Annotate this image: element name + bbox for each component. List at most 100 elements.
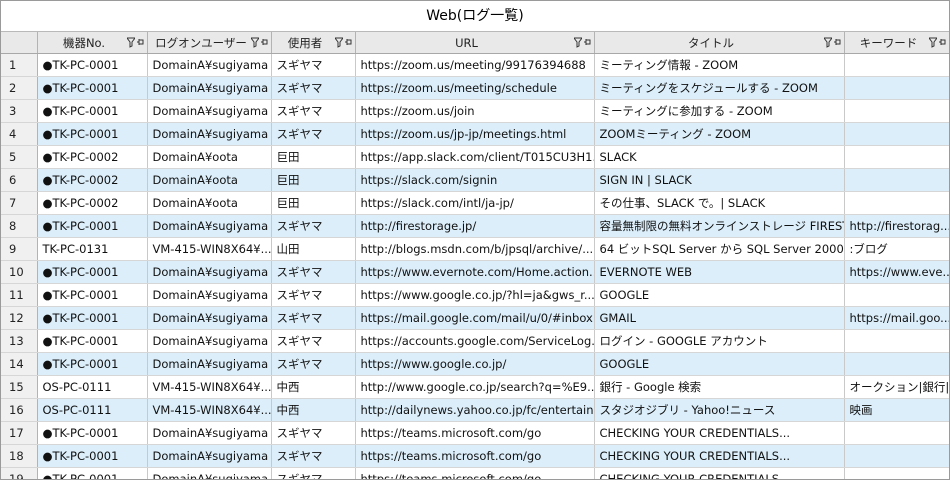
filter-icon[interactable] [125, 36, 136, 48]
cell-title[interactable]: SIGN IN | SLACK [594, 168, 845, 192]
cell-device[interactable]: ●TK-PC-0001 [37, 214, 148, 238]
cell-title[interactable]: EVERNOTE WEB [594, 260, 845, 284]
cell-logon-user[interactable]: VM-415-WIN8X64¥... [147, 375, 272, 399]
pin-icon[interactable] [938, 36, 946, 48]
cell-logon-user[interactable]: DomainA¥oota [147, 145, 272, 169]
cell-user[interactable]: スギヤマ [271, 283, 356, 307]
cell-keyword[interactable]: :ブログ [844, 237, 949, 261]
cell-logon-user[interactable]: DomainA¥sugiyama [147, 352, 272, 376]
cell-keyword[interactable]: https://mail.goo... [844, 306, 949, 330]
cell-title[interactable]: その仕事、SLACK で。| SLACK [594, 191, 845, 215]
cell-title[interactable]: ミーティングに参加する - ZOOM [594, 99, 845, 123]
cell-url[interactable]: https://zoom.us/join [355, 99, 595, 123]
filter-icon[interactable] [927, 36, 938, 48]
cell-user[interactable]: 巨田 [271, 168, 356, 192]
pin-icon[interactable] [833, 36, 841, 48]
table-row[interactable]: 18 ●TK-PC-0001 DomainA¥sugiyama スギヤマ https:/… [1, 444, 949, 468]
table-row[interactable]: 16 OS-PC-0111 VM-415-WIN8X64¥... 中西 http://d… [1, 398, 949, 422]
cell-user[interactable]: 中西 [271, 398, 356, 422]
table-row[interactable]: 1 ●TK-PC-0001 DomainA¥sugiyama スギヤマ https://… [1, 53, 949, 77]
table-row[interactable]: 17 ●TK-PC-0001 DomainA¥sugiyama スギヤマ https:/… [1, 421, 949, 445]
cell-user[interactable]: スギヤマ [271, 352, 356, 376]
cell-device[interactable]: ●TK-PC-0001 [37, 444, 148, 468]
cell-title[interactable]: SLACK [594, 145, 845, 169]
cell-user[interactable]: スギヤマ [271, 260, 356, 284]
cell-title[interactable]: 銀行 - Google 検索 [594, 375, 845, 399]
cell-device[interactable]: ●TK-PC-0001 [37, 53, 148, 77]
cell-user[interactable]: スギヤマ [271, 421, 356, 445]
cell-device[interactable]: OS-PC-0111 [37, 398, 148, 422]
column-header-url[interactable]: URL [355, 32, 595, 54]
cell-url[interactable]: http://blogs.msdn.com/b/jpsql/archive/..… [355, 237, 595, 261]
table-row[interactable]: 12 ●TK-PC-0001 DomainA¥sugiyama スギヤマ https:/… [1, 306, 949, 330]
cell-title[interactable]: CHECKING YOUR CREDENTIALS... [594, 421, 845, 445]
cell-logon-user[interactable]: DomainA¥sugiyama [147, 53, 272, 77]
cell-keyword[interactable] [844, 421, 949, 445]
cell-device[interactable]: ●TK-PC-0001 [37, 260, 148, 284]
table-row[interactable]: 11 ●TK-PC-0001 DomainA¥sugiyama スギヤマ https:/… [1, 283, 949, 307]
cell-title[interactable]: GMAIL [594, 306, 845, 330]
cell-title[interactable]: CHECKING YOUR CREDENTIALS... [594, 444, 845, 468]
cell-device[interactable]: ●TK-PC-0001 [37, 283, 148, 307]
table-row[interactable]: 7 ●TK-PC-0002 DomainA¥oota 巨田 https://slack.… [1, 191, 949, 215]
table-row[interactable]: 13 ●TK-PC-0001 DomainA¥sugiyama スギヤマ https:/… [1, 329, 949, 353]
cell-url[interactable]: https://mail.google.com/mail/u/0/#inbox [355, 306, 595, 330]
table-row[interactable]: 10 ●TK-PC-0001 DomainA¥sugiyama スギヤマ https:/… [1, 260, 949, 284]
cell-title[interactable]: CHECKING YOUR CREDENTIALS... [594, 467, 845, 479]
cell-title[interactable]: ログイン - GOOGLE アカウント [594, 329, 845, 353]
cell-logon-user[interactable]: DomainA¥sugiyama [147, 99, 272, 123]
cell-logon-user[interactable]: DomainA¥sugiyama [147, 260, 272, 284]
cell-user[interactable]: スギヤマ [271, 306, 356, 330]
cell-logon-user[interactable]: DomainA¥sugiyama [147, 122, 272, 146]
cell-title[interactable]: ミーティング情報 - ZOOM [594, 53, 845, 77]
cell-device[interactable]: ●TK-PC-0001 [37, 352, 148, 376]
cell-url[interactable]: http://dailynews.yahoo.co.jp/fc/entertai… [355, 398, 595, 422]
cell-device[interactable]: ●TK-PC-0002 [37, 168, 148, 192]
cell-title[interactable]: GOOGLE [594, 352, 845, 376]
cell-device[interactable]: TK-PC-0131 [37, 237, 148, 261]
cell-title[interactable]: 容量無制限の無料オンラインストレージ FIREST... [594, 214, 845, 238]
cell-device[interactable]: ●TK-PC-0001 [37, 421, 148, 445]
cell-url[interactable]: https://www.google.co.jp/?hl=ja&gws_r... [355, 283, 595, 307]
cell-keyword[interactable] [844, 444, 949, 468]
table-row[interactable]: 14 ●TK-PC-0001 DomainA¥sugiyama スギヤマ https:/… [1, 352, 949, 376]
cell-title[interactable]: ミーティングをスケジュールする - ZOOM [594, 76, 845, 100]
cell-logon-user[interactable]: VM-415-WIN8X64¥... [147, 237, 272, 261]
column-header-device[interactable]: 機器No. [37, 32, 148, 54]
cell-keyword[interactable] [844, 99, 949, 123]
cell-user[interactable]: スギヤマ [271, 214, 356, 238]
cell-logon-user[interactable]: DomainA¥sugiyama [147, 214, 272, 238]
table-row[interactable]: 19 ●TK-PC-0001 DomainA¥sugiyama スギヤマ https:/… [1, 467, 949, 479]
cell-user[interactable]: スギヤマ [271, 444, 356, 468]
cell-logon-user[interactable]: DomainA¥sugiyama [147, 444, 272, 468]
cell-logon-user[interactable]: DomainA¥sugiyama [147, 283, 272, 307]
cell-keyword[interactable]: https://www.eve... [844, 260, 949, 284]
cell-keyword[interactable] [844, 352, 949, 376]
cell-device[interactable]: ●TK-PC-0001 [37, 306, 148, 330]
table-row[interactable]: 6 ●TK-PC-0002 DomainA¥oota 巨田 https://slack.… [1, 168, 949, 192]
cell-user[interactable]: 中西 [271, 375, 356, 399]
cell-device[interactable]: ●TK-PC-0001 [37, 99, 148, 123]
pin-icon[interactable] [260, 36, 268, 48]
table-row[interactable]: 8 ●TK-PC-0001 DomainA¥sugiyama スギヤマ http://f… [1, 214, 949, 238]
cell-logon-user[interactable]: VM-415-WIN8X64¥... [147, 398, 272, 422]
cell-keyword[interactable] [844, 76, 949, 100]
table-row[interactable]: 5 ●TK-PC-0002 DomainA¥oota 巨田 https://app.sl… [1, 145, 949, 169]
cell-url[interactable]: https://zoom.us/meeting/99176394688 [355, 53, 595, 77]
cell-logon-user[interactable]: DomainA¥sugiyama [147, 421, 272, 445]
cell-user[interactable]: スギヤマ [271, 76, 356, 100]
cell-url[interactable]: https://zoom.us/jp-jp/meetings.html [355, 122, 595, 146]
cell-device[interactable]: ●TK-PC-0001 [37, 122, 148, 146]
cell-device[interactable]: ●TK-PC-0002 [37, 191, 148, 215]
cell-url[interactable]: https://www.google.co.jp/ [355, 352, 595, 376]
cell-url[interactable]: http://firestorage.jp/ [355, 214, 595, 238]
filter-icon[interactable] [822, 36, 833, 48]
table-row[interactable]: 3 ●TK-PC-0001 DomainA¥sugiyama スギヤマ https://… [1, 99, 949, 123]
cell-url[interactable]: https://zoom.us/meeting/schedule [355, 76, 595, 100]
cell-keyword[interactable] [844, 329, 949, 353]
cell-device[interactable]: ●TK-PC-0001 [37, 467, 148, 479]
table-row[interactable]: 9 TK-PC-0131 VM-415-WIN8X64¥... 山田 http://bl… [1, 237, 949, 261]
cell-user[interactable]: スギヤマ [271, 99, 356, 123]
cell-title[interactable]: GOOGLE [594, 283, 845, 307]
cell-url[interactable]: http://www.google.co.jp/search?q=%E9... [355, 375, 595, 399]
